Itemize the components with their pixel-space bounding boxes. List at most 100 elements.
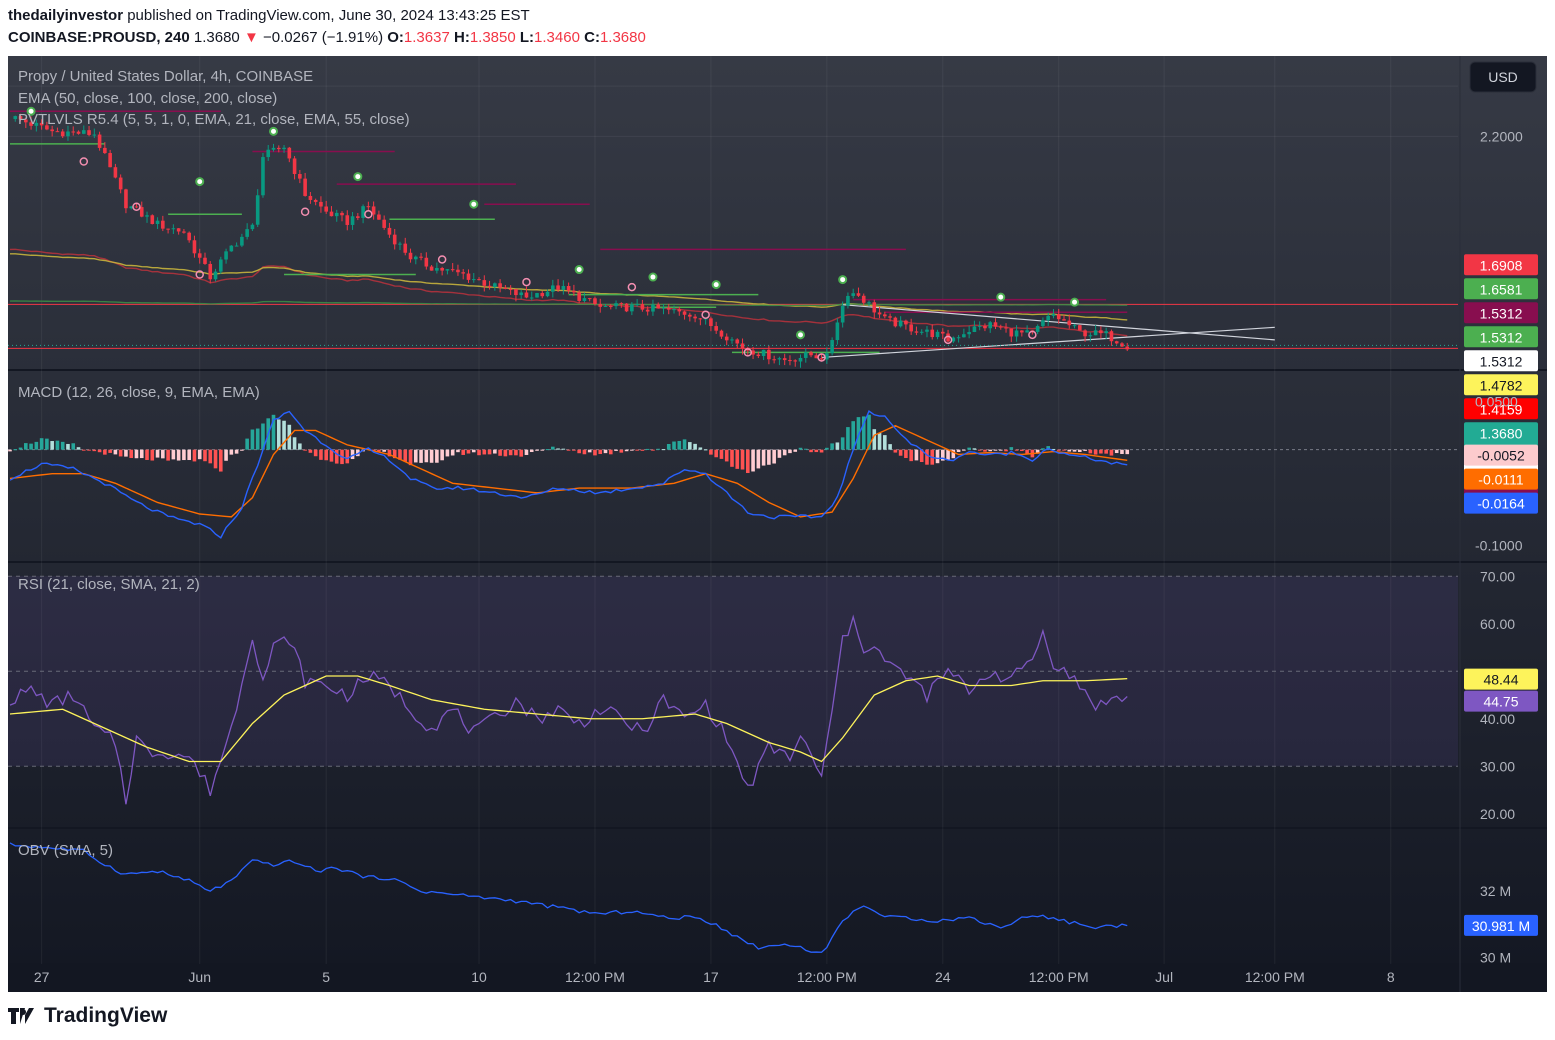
macd-histogram-bar [914,449,919,461]
macd-histogram-bar [724,449,729,462]
macd-histogram-bar [18,447,23,450]
price-label: 1.5312 [1480,305,1523,321]
candle-body [777,358,782,360]
macd-histogram-bar [1078,449,1082,452]
candle-body [740,343,745,349]
candle-body [403,243,408,253]
candle-body [756,354,761,357]
candle-body [387,227,392,235]
candle-body [271,147,276,150]
macd-histogram-bar [450,449,455,456]
author-name[interactable]: thedailyinvestor [8,7,123,24]
candle-body [366,206,371,208]
candle-body [429,266,434,271]
candle-body [514,289,518,296]
symbol-name[interactable]: COINBASE:PROUSD, 240 [8,29,190,46]
macd-histogram-bar [1099,449,1103,454]
open-label: O: [387,29,404,46]
obv-value-label: 30.981 M [1472,918,1530,934]
macd-histogram-bar [229,449,234,455]
macd-histogram-bar [45,438,49,450]
macd-histogram-bar [435,449,439,463]
candle-body [319,201,323,207]
macd-histogram-bar [213,449,218,469]
macd-histogram-bar [593,449,597,456]
time-axis-tick: Jul [1155,969,1173,985]
candle-body [988,322,993,329]
candle-body [561,286,566,290]
chart-area[interactable]: 2.40002.2000Propy / United States Dollar… [8,56,1547,992]
candle-body [919,331,924,333]
macd-histogram-bar [1114,449,1119,454]
candle-body [640,304,645,310]
candle-body [87,130,91,135]
macd-histogram-bar [124,449,128,457]
candle-body [13,116,18,120]
time-axis-tick: Jun [188,969,211,985]
macd-histogram-bar [1056,449,1061,451]
pivot-high-marker [469,199,479,209]
candle-body [66,131,70,137]
rsi-axis-tick: 60.00 [1480,616,1515,632]
candle-body [856,293,861,296]
candle-body [139,207,144,217]
candle-body [529,297,534,299]
candle-body [545,291,550,297]
candle-body [461,272,466,274]
candle-body [962,334,966,338]
candle-body [134,206,139,208]
candle-body [593,298,597,305]
candle-body [972,326,977,333]
candle-body [1093,330,1098,336]
macd-histogram-bar [709,449,713,455]
candle-body [176,228,181,232]
macd-histogram-bar [803,448,808,450]
pivot-high-marker [996,292,1006,302]
candle-body [877,312,882,315]
candle-body [503,287,508,290]
macd-histogram-bar [1083,449,1087,451]
macd-histogram-bar [998,449,1003,451]
candle-body [456,269,460,273]
candle-body [124,189,128,209]
macd-histogram-bar [561,448,566,450]
macd-histogram-bar [224,449,228,461]
macd-histogram-bar [503,449,508,457]
macd-histogram-bar [977,449,982,451]
candle-body [155,220,160,224]
macd-histogram-bar [276,419,281,450]
macd-histogram-bar [756,449,761,469]
candle-body [577,292,581,301]
macd-histogram-bar [719,449,724,459]
candle-body [482,280,487,286]
candle-body [1072,325,1077,327]
candle-body [187,232,191,241]
macd-histogram-bar [962,449,966,451]
macd-histogram-bar [904,449,908,458]
macd-histogram-bar [219,449,223,472]
candle-body [566,286,571,291]
macd-histogram-bar [97,449,102,453]
last-price: 1.3680 [193,29,240,46]
macd-histogram-bar [983,449,987,452]
macd-histogram-bar [87,449,91,451]
close-label: C: [584,29,600,46]
macd-histogram-bar [129,449,134,459]
high-label: H: [453,29,470,46]
candle-body [466,273,471,280]
macd-histogram-bar [487,449,492,455]
candle-body [682,311,687,315]
candle-body [793,360,798,362]
macd-histogram-bar [672,441,676,450]
macd-histogram-bar [761,449,766,466]
macd-histogram-bar [830,443,834,450]
pivot-high-marker [796,330,805,340]
pivot-high-marker [1070,297,1080,307]
macd-histogram-bar [324,449,328,461]
macd-histogram-bar [176,449,181,461]
macd-histogram-bar [635,449,639,451]
macd-histogram-bar [66,443,70,450]
chart-svg[interactable]: 2.40002.2000Propy / United States Dollar… [8,56,1547,992]
candle-body [266,149,271,158]
macd-histogram-bar [1088,449,1093,454]
